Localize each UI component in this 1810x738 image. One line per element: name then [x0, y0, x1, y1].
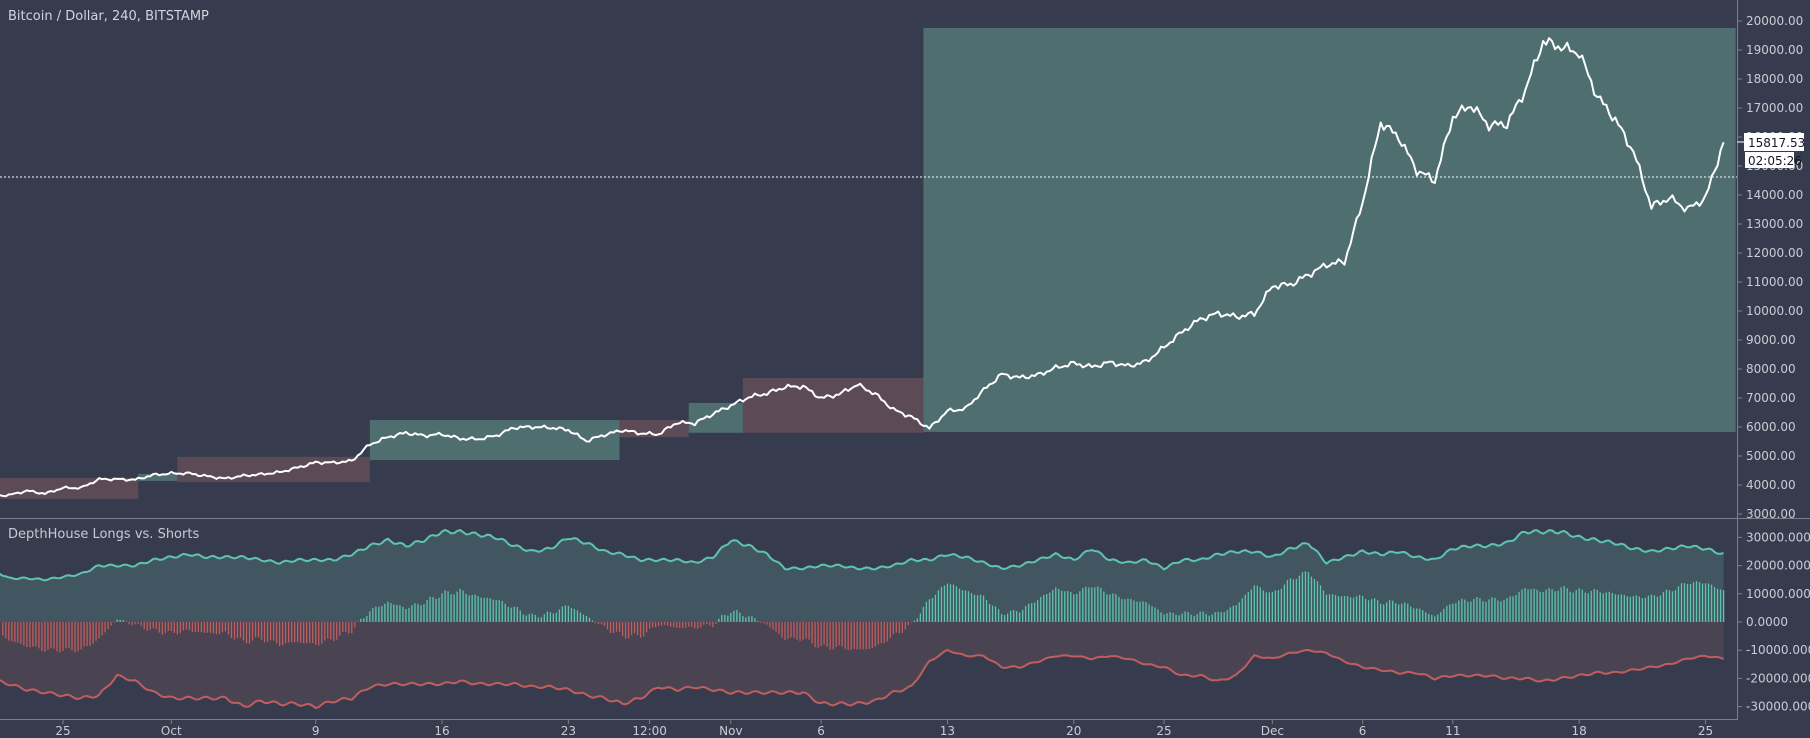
range-box-bear [177, 456, 370, 483]
price-tick-label: 13000.00 [1746, 217, 1803, 231]
time-tick-label: 25 [1698, 724, 1713, 738]
time-tick-label: 25 [55, 724, 70, 738]
time-tick-label: 13 [940, 724, 955, 738]
price-tick-label: 3000.00 [1746, 507, 1796, 521]
time-tick-label: 25 [1156, 724, 1171, 738]
price-tick-label: 20000.00 [1746, 14, 1803, 28]
time-tick-label: Oct [161, 724, 182, 738]
price-tick-label: 9000.00 [1746, 333, 1796, 347]
time-tick-label: 18 [1572, 724, 1587, 738]
indicator-tick-label: -10000.0000 [1746, 643, 1810, 657]
price-tick-label: 8000.00 [1746, 362, 1796, 376]
indicator-tick-label: -20000.0000 [1746, 671, 1810, 685]
symbol-title[interactable]: Bitcoin / Dollar, 240, BITSTAMP [8, 9, 209, 24]
last-price-value: 15817.53 [1748, 136, 1805, 150]
indicator-tick-label: 30000.0000 [1746, 530, 1810, 544]
indicator-title[interactable]: DepthHouse Longs vs. Shorts [8, 527, 199, 542]
time-tick-label: Dec [1261, 724, 1284, 738]
indicator-tick-label: 20000.0000 [1746, 559, 1810, 573]
range-boxes [0, 27, 1736, 499]
price-tick-label: 11000.00 [1746, 275, 1803, 289]
price-tick-label: 14000.00 [1746, 188, 1803, 202]
range-box-bear [742, 377, 924, 433]
price-tick-label: 18000.00 [1746, 72, 1803, 86]
price-tick-label: 7000.00 [1746, 391, 1796, 405]
time-tick-label: 6 [1359, 724, 1367, 738]
time-tick-label: 16 [434, 724, 449, 738]
bar-countdown: 02:05:26 [1748, 154, 1802, 168]
last-price-label: 15817.53 02:05:26 [1737, 133, 1805, 168]
time-axis[interactable]: 25 Oct 9 16 23 12:00 Nov 6 13 20 25 Dec 6 11 18 25 [55, 719, 1713, 738]
range-box-bull [688, 402, 743, 433]
time-tick-label: 12:00 [632, 724, 667, 738]
price-tick-label: 6000.00 [1746, 420, 1796, 434]
chart-canvas[interactable]: 20000.0019000.0018000.0017000.0016000.00… [0, 0, 1810, 738]
indicator-axis[interactable]: 30000.0000 20000.0000 10000.0000 0.0000 -100… [1737, 530, 1810, 714]
price-tick-label: 10000.00 [1746, 304, 1803, 318]
range-box-bull [369, 420, 620, 461]
indicator-tick-label: 10000.0000 [1746, 587, 1810, 601]
time-tick-label: Nov [719, 724, 742, 738]
price-tick-label: 19000.00 [1746, 43, 1803, 57]
time-tick-label: 20 [1066, 724, 1081, 738]
range-box-bull [923, 27, 1736, 432]
price-axis[interactable]: 20000.0019000.0018000.0017000.0016000.00… [1737, 14, 1803, 521]
time-tick-label: 11 [1445, 724, 1460, 738]
price-tick-label: 5000.00 [1746, 449, 1796, 463]
indicator-tick-label: -30000.0000 [1746, 700, 1810, 714]
time-tick-label: 6 [817, 724, 825, 738]
time-tick-label: 9 [312, 724, 320, 738]
chart-window: 20000.0019000.0018000.0017000.0016000.00… [0, 0, 1810, 738]
price-tick-label: 17000.00 [1746, 101, 1803, 115]
price-tick-label: 12000.00 [1746, 246, 1803, 260]
indicator-tick-label: 0.0000 [1746, 615, 1788, 629]
price-tick-label: 4000.00 [1746, 478, 1796, 492]
time-tick-label: 23 [561, 724, 576, 738]
